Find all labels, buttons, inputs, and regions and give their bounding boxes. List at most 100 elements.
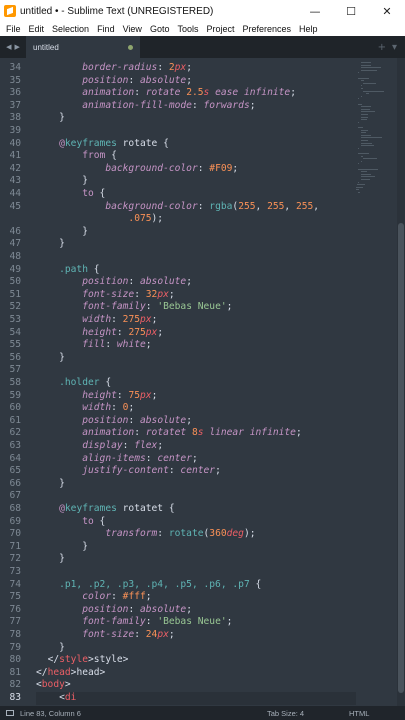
code-token: { bbox=[93, 515, 106, 527]
editor[interactable]: 34 35 36 37 38 39 40 41 42 43 44 45 46 47 48 49 50 51 52 53… bbox=[0, 58, 405, 706]
menu-selection[interactable]: Selection bbox=[48, 24, 93, 34]
code-line[interactable]: to { bbox=[36, 188, 356, 201]
code-token: , bbox=[284, 200, 296, 212]
code-line[interactable]: width: 275px; bbox=[36, 314, 356, 327]
sublime-app-icon bbox=[4, 5, 16, 17]
minimize-button[interactable]: — bbox=[297, 0, 333, 22]
code-token: .p1, .p2, .p3, .p4, .p5, .p6, .p7 bbox=[59, 578, 250, 590]
menu-preferences[interactable]: Preferences bbox=[238, 24, 295, 34]
code-line[interactable]: height: 275px; bbox=[36, 327, 356, 340]
line-number: 79 bbox=[9, 641, 21, 653]
code-line[interactable]: position: absolute; bbox=[36, 75, 356, 88]
code-line[interactable]: border-radius: 2px; bbox=[36, 62, 356, 75]
code-line[interactable]: font-size: 24px; bbox=[36, 629, 356, 642]
line-number: 72 bbox=[9, 553, 21, 565]
code-line[interactable]: background-color: rgba(255, 255, 255, bbox=[36, 201, 356, 214]
code-line[interactable]: } bbox=[36, 478, 356, 491]
code-line[interactable]: </head>head> bbox=[36, 667, 356, 680]
code-line[interactable]: display: flex; bbox=[36, 440, 356, 453]
code-line[interactable]: justify-content: center; bbox=[36, 465, 356, 478]
code-line[interactable]: font-size: 32px; bbox=[36, 289, 356, 302]
tab-size[interactable]: Tab Size: 4 bbox=[267, 709, 349, 718]
code-line[interactable]: } bbox=[36, 352, 356, 365]
code-line[interactable]: .path { bbox=[36, 264, 356, 277]
code-line[interactable]: } bbox=[36, 112, 356, 125]
new-tab-icon[interactable]: + bbox=[378, 42, 386, 53]
menu-tools[interactable]: Tools bbox=[173, 24, 202, 34]
line-number: 44 bbox=[9, 188, 21, 199]
code-line[interactable]: } bbox=[36, 226, 356, 239]
code-token: : bbox=[128, 276, 140, 288]
code-line[interactable]: } bbox=[36, 238, 356, 251]
code-line[interactable]: width: 0; bbox=[36, 402, 356, 415]
code-line[interactable]: position: absolute; bbox=[36, 276, 356, 289]
code-line[interactable]: font-family: 'Bebas Neue'; bbox=[36, 616, 356, 629]
code-line[interactable]: animation-fill-mode: forwards; bbox=[36, 100, 356, 113]
minimap-line bbox=[360, 171, 368, 173]
code-line[interactable]: @keyframes rotate { bbox=[36, 138, 356, 151]
code-line[interactable]: from { bbox=[36, 150, 356, 163]
cursor-position[interactable]: Line 83, Column 6 bbox=[20, 709, 267, 718]
menu-edit[interactable]: Edit bbox=[25, 24, 49, 34]
code-line[interactable] bbox=[36, 364, 356, 377]
code-line[interactable]: } bbox=[36, 642, 356, 655]
code-line[interactable]: <body> bbox=[36, 679, 356, 692]
menu-goto[interactable]: Goto bbox=[146, 24, 174, 34]
tab-next-icon[interactable]: ▶ bbox=[15, 43, 20, 51]
code-token: { bbox=[168, 503, 175, 514]
code-line[interactable]: .075); bbox=[36, 213, 356, 226]
code-line[interactable]: animation: rotate 2.5s ease infinite; bbox=[36, 87, 356, 100]
tab-untitled[interactable]: untitled bbox=[26, 36, 140, 58]
code-token: } bbox=[82, 540, 88, 552]
menu-view[interactable]: View bbox=[119, 24, 146, 34]
code-area[interactable]: border-radius: 2px; position: absolute; … bbox=[36, 58, 356, 706]
maximize-button[interactable]: ☐ bbox=[333, 0, 369, 22]
code-line[interactable]: position: absolute; bbox=[36, 604, 356, 617]
code-line[interactable]: fill: white; bbox=[36, 339, 356, 352]
code-line[interactable]: height: 75px; bbox=[36, 390, 356, 403]
code-line[interactable] bbox=[36, 566, 356, 579]
code-line[interactable]: to { bbox=[36, 516, 356, 529]
minimap-line bbox=[358, 163, 359, 165]
minimap-line bbox=[360, 85, 362, 87]
code-line[interactable]: font-family: 'Bebas Neue'; bbox=[36, 301, 356, 314]
code-line[interactable]: </style>style> bbox=[36, 654, 356, 667]
syntax-mode[interactable]: HTML bbox=[349, 709, 405, 718]
menu-find[interactable]: Find bbox=[93, 24, 119, 34]
tab-dropdown-icon[interactable]: ▾ bbox=[392, 42, 397, 53]
vertical-scrollbar[interactable] bbox=[397, 58, 405, 706]
code-line[interactable]: } bbox=[36, 553, 356, 566]
code-line[interactable]: animation: rotatet 8s linear infinite; bbox=[36, 427, 356, 440]
panel-toggle-icon[interactable] bbox=[6, 710, 14, 716]
code-token: px bbox=[140, 314, 152, 325]
code-line[interactable]: transform: rotate(360deg); bbox=[36, 528, 356, 541]
code-line[interactable] bbox=[36, 490, 356, 503]
code-line[interactable]: .holder { bbox=[36, 377, 356, 390]
minimap[interactable] bbox=[356, 58, 394, 198]
code-line[interactable]: } bbox=[36, 541, 356, 554]
menu-file[interactable]: File bbox=[2, 24, 25, 34]
code-line[interactable]: } bbox=[36, 175, 356, 188]
code-line[interactable]: <di bbox=[36, 692, 356, 705]
line-number: 57 bbox=[9, 364, 21, 376]
code-line[interactable] bbox=[36, 125, 356, 138]
tab-prev-icon[interactable]: ◀ bbox=[6, 43, 11, 51]
code-line[interactable]: @keyframes rotatet { bbox=[36, 503, 356, 516]
scrollbar-thumb[interactable] bbox=[398, 223, 404, 693]
code-line[interactable]: position: absolute; bbox=[36, 415, 356, 428]
code-line[interactable]: background-color: #F09; bbox=[36, 163, 356, 176]
code-line[interactable]: color: #fff; bbox=[36, 591, 356, 604]
code-line[interactable]: align-items: center; bbox=[36, 453, 356, 466]
close-button[interactable]: ✕ bbox=[369, 0, 405, 22]
code-line[interactable] bbox=[36, 251, 356, 264]
unsaved-dot-icon[interactable] bbox=[128, 44, 133, 50]
menu-project[interactable]: Project bbox=[202, 24, 238, 34]
code-line[interactable]: .p1, .p2, .p3, .p4, .p5, .p6, .p7 { bbox=[36, 579, 356, 592]
menu-help[interactable]: Help bbox=[295, 24, 322, 34]
